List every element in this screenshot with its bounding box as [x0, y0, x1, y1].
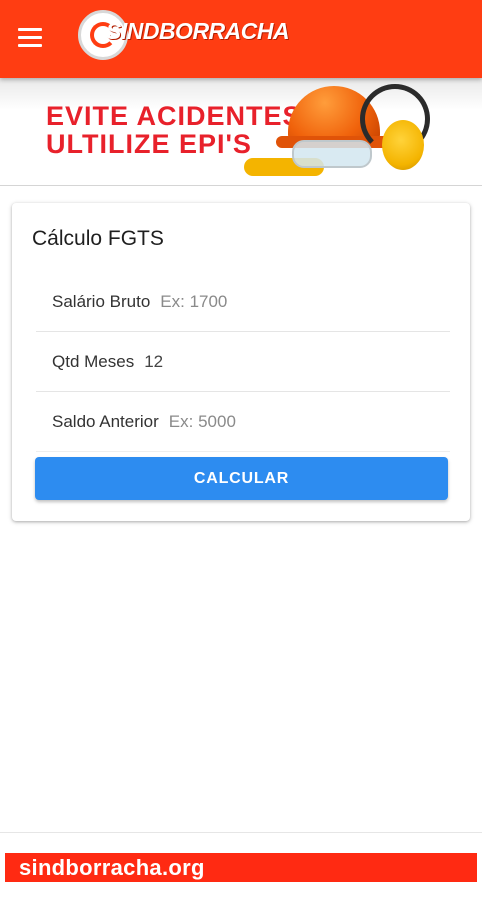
- footer-link[interactable]: sindborracha.org: [19, 855, 205, 881]
- app-bar: SINDBORRACHA: [0, 0, 482, 78]
- banner-line-1: EVITE ACIDENTES: [46, 101, 302, 131]
- footer-bar[interactable]: sindborracha.org: [5, 853, 477, 882]
- footer-divider: [0, 832, 482, 833]
- qtd-meses-row: Qtd Meses: [36, 332, 450, 392]
- salario-bruto-input[interactable]: [160, 291, 361, 312]
- sindborracha-logo[interactable]: SINDBORRACHA: [76, 10, 290, 62]
- saldo-anterior-row: Saldo Anterior: [36, 392, 450, 452]
- fgts-calculator-card: Cálculo FGTS Salário Bruto Qtd Meses Sal…: [12, 203, 470, 521]
- earmuff-icon: [382, 120, 424, 170]
- salario-bruto-label: Salário Bruto: [52, 291, 151, 311]
- saldo-anterior-input[interactable]: [168, 411, 369, 432]
- menu-icon[interactable]: [18, 28, 44, 50]
- qtd-meses-label: Qtd Meses: [52, 351, 135, 371]
- salario-bruto-row: Salário Bruto: [36, 272, 450, 332]
- card-title: Cálculo FGTS: [32, 227, 164, 250]
- banner-line-2: ULTILIZE EPI'S: [46, 129, 252, 159]
- calcular-button[interactable]: CALCULAR: [35, 457, 448, 500]
- safety-banner[interactable]: EVITE ACIDENTES ULTILIZE EPI'S: [0, 78, 482, 186]
- logo-text: SINDBORRACHA: [106, 18, 290, 44]
- goggles-icon: [292, 140, 372, 168]
- banner-text: EVITE ACIDENTES ULTILIZE EPI'S: [46, 102, 302, 158]
- qtd-meses-input[interactable]: [144, 351, 345, 372]
- saldo-anterior-label: Saldo Anterior: [52, 411, 159, 431]
